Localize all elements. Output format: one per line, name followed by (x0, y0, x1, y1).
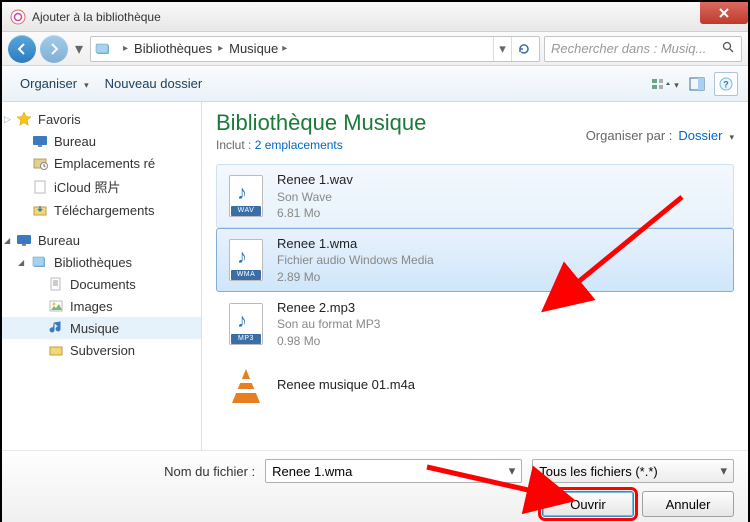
file-size: 2.89 Mo (277, 269, 434, 285)
sidebar-item-musique[interactable]: Musique (2, 317, 201, 339)
filename-label: Nom du fichier : (16, 464, 265, 479)
organize-by-dropdown[interactable]: Dossier (678, 128, 734, 143)
breadcrumb-sep-icon (282, 43, 287, 54)
includes-link[interactable]: 2 emplacements (255, 138, 343, 152)
chevron-down-icon: ▾ (509, 463, 516, 479)
wma-file-icon: ♪WMA (225, 238, 267, 282)
sidebar-item-libraries[interactable]: ◢ Bibliothèques (2, 251, 201, 273)
file-type: Son Wave (277, 189, 353, 205)
file-name: Renee 2.mp3 (277, 299, 380, 317)
file-type: Fichier audio Windows Media (277, 252, 434, 268)
sidebar-item-subversion[interactable]: Subversion (2, 339, 201, 361)
wav-file-icon: ♪WAV (225, 174, 267, 218)
sidebar-favorites-header[interactable]: Favoris (2, 108, 201, 130)
help-button[interactable]: ? (714, 72, 738, 96)
sidebar-item-bureau[interactable]: Bureau (2, 130, 201, 152)
toolbar: Organiser Nouveau dossier ? (2, 66, 748, 102)
file-size: 6.81 Mo (277, 205, 353, 221)
app-icon (10, 9, 26, 25)
file-row[interactable]: ♪WAV Renee 1.wav Son Wave 6.81 Mo (216, 164, 734, 228)
window-title: Ajouter à la bibliothèque (32, 10, 161, 24)
folder-icon (48, 342, 64, 358)
sidebar: Favoris Bureau Emplacements ré iCloud 照片… (2, 102, 202, 450)
file-row[interactable]: Renee musique 01.m4a (216, 356, 734, 414)
file-type: Son au format MP3 (277, 316, 380, 332)
sidebar-item-icloud[interactable]: iCloud 照片 (2, 174, 201, 199)
breadcrumb-root[interactable]: Bibliothèques (134, 41, 212, 56)
breadcrumb[interactable]: Bibliothèques Musique ▾ (90, 36, 540, 62)
breadcrumb-sep-icon (218, 43, 223, 54)
downloads-icon (32, 202, 48, 218)
search-input[interactable]: Rechercher dans : Musiq... (544, 36, 742, 62)
search-icon (722, 41, 735, 57)
file-list[interactable]: ♪WAV Renee 1.wav Son Wave 6.81 Mo ♪WMA R… (216, 164, 734, 450)
refresh-button[interactable] (511, 37, 535, 61)
main-pane: Bibliothèque Musique Inclut : 2 emplacem… (202, 102, 748, 450)
mp3-file-icon: ♪MP3 (225, 302, 267, 346)
sidebar-item-downloads[interactable]: Téléchargements (2, 199, 201, 221)
desktop-icon (16, 232, 32, 248)
file-row[interactable]: ♪WMA Renee 1.wma Fichier audio Windows M… (216, 228, 734, 292)
libraries-icon (32, 254, 48, 270)
recent-icon (32, 155, 48, 171)
breadcrumb-leaf[interactable]: Musique (229, 41, 278, 56)
library-includes: Inclut : 2 emplacements (216, 138, 426, 152)
file-name: Renee 1.wma (277, 235, 434, 253)
open-button[interactable]: Ouvrir (542, 491, 634, 517)
file-row[interactable]: ♪MP3 Renee 2.mp3 Son au format MP3 0.98 … (216, 292, 734, 356)
organize-menu[interactable]: Organiser (12, 73, 97, 94)
cancel-button[interactable]: Annuler (642, 491, 734, 517)
library-icon (95, 40, 113, 58)
file-name: Renee musique 01.m4a (277, 376, 415, 394)
file-icon (32, 179, 48, 195)
new-folder-button[interactable]: Nouveau dossier (97, 73, 211, 94)
nav-history-dropdown[interactable]: ▾ (72, 39, 86, 59)
file-size: 0.98 Mo (277, 333, 380, 349)
images-icon (48, 298, 64, 314)
svg-text:?: ? (723, 79, 729, 89)
documents-icon (48, 276, 64, 292)
breadcrumb-dropdown[interactable]: ▾ (493, 37, 511, 61)
close-button[interactable] (700, 2, 748, 24)
sidebar-item-documents[interactable]: Documents (2, 273, 201, 295)
breadcrumb-sep-icon (123, 43, 128, 54)
back-button[interactable] (8, 35, 36, 63)
search-placeholder: Rechercher dans : Musiq... (551, 41, 706, 56)
footer: Nom du fichier : Renee 1.wma ▾ Tous les … (2, 450, 748, 522)
sidebar-item-images[interactable]: Images (2, 295, 201, 317)
library-title: Bibliothèque Musique (216, 110, 426, 136)
star-icon (16, 111, 32, 127)
desktop-icon (32, 133, 48, 149)
sidebar-bureau-header[interactable]: Bureau (2, 229, 201, 251)
filename-combobox[interactable]: Renee 1.wma ▾ (265, 459, 522, 483)
titlebar: Ajouter à la bibliothèque (2, 2, 748, 32)
organize-by-label: Organiser par : (586, 128, 673, 143)
view-options-button[interactable] (650, 72, 680, 96)
vlc-file-icon (225, 363, 267, 407)
forward-button[interactable] (40, 35, 68, 63)
file-name: Renee 1.wav (277, 171, 353, 189)
nav-row: ▾ Bibliothèques Musique ▾ Rechercher dan… (2, 32, 748, 66)
preview-pane-button[interactable] (682, 72, 712, 96)
sidebar-item-recent[interactable]: Emplacements ré (2, 152, 201, 174)
body: Favoris Bureau Emplacements ré iCloud 照片… (2, 102, 748, 450)
filter-combobox[interactable]: Tous les fichiers (*.*) ▾ (532, 459, 734, 483)
chevron-down-icon: ▾ (720, 463, 727, 479)
music-icon (48, 320, 64, 336)
